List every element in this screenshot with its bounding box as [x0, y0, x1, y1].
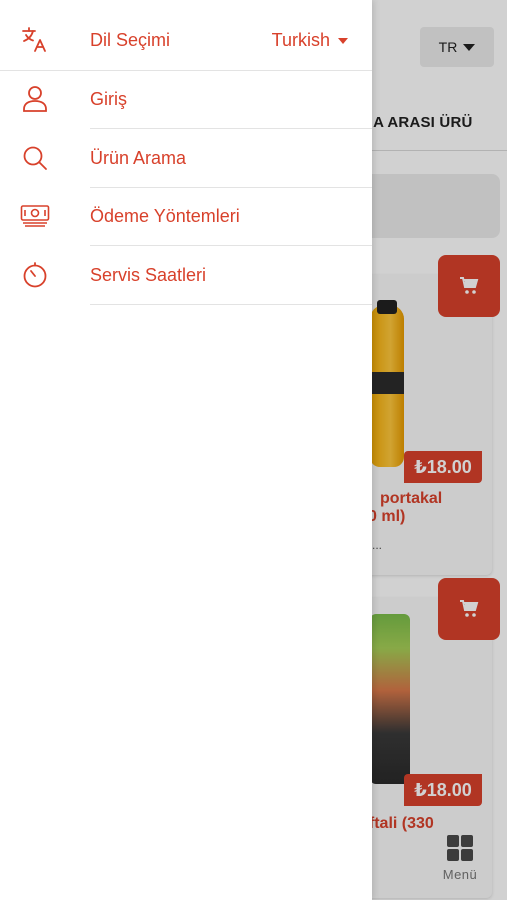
timer-icon — [20, 260, 50, 290]
search-icon — [20, 143, 50, 173]
drawer-item-service-hours[interactable]: Servis Saatleri — [0, 246, 372, 304]
drawer-item-label: Ödeme Yöntemleri — [90, 205, 240, 226]
language-label: Dil Seçimi — [90, 29, 171, 50]
caret-down-icon — [338, 38, 348, 44]
drawer-item-label: Servis Saatleri — [90, 264, 207, 285]
drawer-item-login[interactable]: Giriş — [0, 70, 372, 128]
language-selector[interactable]: Dil Seçimi Turkish — [0, 11, 372, 69]
drawer-item-product-search[interactable]: Ürün Arama — [0, 129, 372, 187]
language-dropdown[interactable]: Turkish — [272, 30, 348, 51]
drawer-item-payment-methods[interactable]: Ödeme Yöntemleri — [0, 187, 372, 245]
user-icon — [20, 84, 50, 114]
money-icon — [20, 201, 50, 231]
drawer-item-label: Ürün Arama — [90, 147, 187, 168]
language-value: Turkish — [271, 29, 330, 50]
drawer-item-label: Giriş — [90, 88, 127, 109]
divider — [90, 304, 372, 305]
side-drawer: Dil Seçimi Turkish Giriş Ürün Arama Ödem… — [0, 0, 372, 900]
translate-icon — [20, 25, 50, 55]
